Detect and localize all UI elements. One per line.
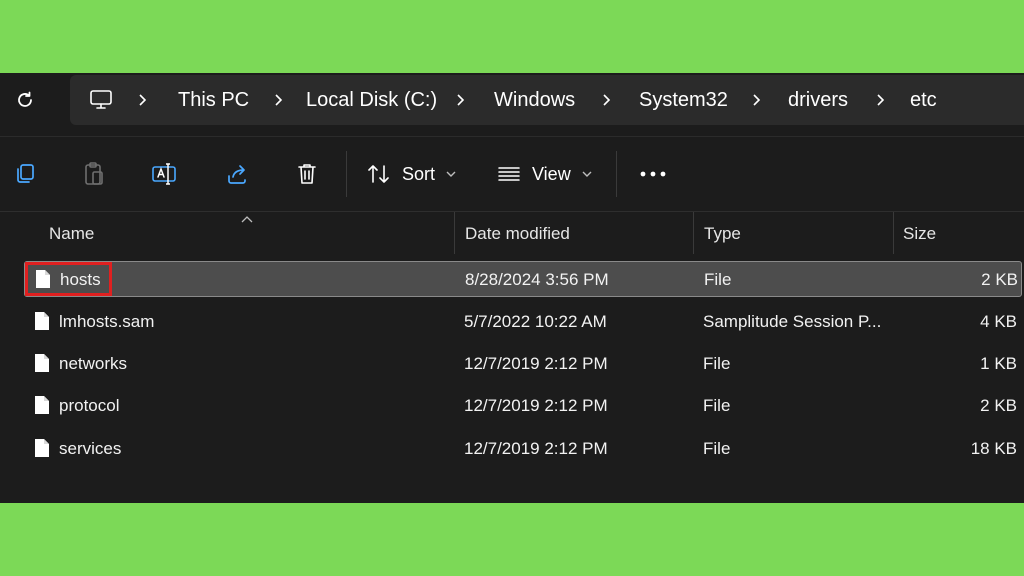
command-bar: Sort View (0, 137, 1024, 211)
trash-icon (298, 164, 316, 184)
refresh-icon (18, 91, 32, 107)
share-button[interactable] (218, 155, 256, 193)
copy-button[interactable] (6, 155, 44, 193)
chevron-right-icon[interactable] (600, 75, 612, 125)
file-name: hosts (60, 270, 101, 289)
file-row-services[interactable]: services 12/7/2019 2:12 PM File 18 KB (24, 431, 1022, 467)
file-icon (35, 312, 49, 330)
file-size: 2 KB (981, 270, 1018, 289)
file-name: protocol (59, 396, 120, 415)
chevron-right-icon[interactable] (272, 75, 284, 125)
toolbar-divider (616, 151, 617, 197)
sort-button[interactable]: Sort (366, 155, 466, 193)
file-name: networks (59, 354, 128, 373)
rename-button[interactable] (146, 155, 184, 193)
column-header-date-modified[interactable]: Date modified (465, 212, 570, 262)
file-name: lmhosts.sam (59, 312, 155, 331)
column-header-type[interactable]: Type (704, 212, 741, 262)
rename-icon (152, 163, 176, 185)
more-options-button[interactable] (632, 155, 674, 193)
file-size: 18 KB (970, 439, 1017, 458)
file-size: 2 KB (980, 396, 1017, 415)
file-type: File (703, 354, 731, 373)
toolbar-divider (346, 151, 347, 197)
file-type: Samplitude Session P... (703, 312, 882, 331)
breadcrumb-windows[interactable]: Windows (494, 75, 575, 125)
file-date-modified: 12/7/2019 2:12 PM (464, 439, 608, 458)
file-type: File (703, 439, 731, 458)
sort-icon (368, 165, 389, 183)
file-row-lmhosts[interactable]: lmhosts.sam 5/7/2022 10:22 AM Samplitude… (24, 304, 1022, 340)
file-date-modified: 12/7/2019 2:12 PM (464, 354, 608, 373)
view-button[interactable]: View (496, 155, 606, 193)
file-size: 1 KB (980, 354, 1017, 373)
chevron-right-icon[interactable] (750, 75, 762, 125)
file-row-networks[interactable]: networks 12/7/2019 2:12 PM File 1 KB (24, 346, 1022, 382)
sort-ascending-icon (240, 212, 254, 230)
more-icon (640, 171, 666, 177)
paste-button[interactable] (75, 155, 113, 193)
chevron-right-icon[interactable] (454, 75, 466, 125)
breadcrumb-system32[interactable]: System32 (639, 75, 728, 125)
file-size: 4 KB (980, 312, 1017, 331)
share-icon (228, 165, 246, 184)
column-header-size[interactable]: Size (903, 212, 936, 262)
sort-label: Sort (402, 163, 436, 184)
column-divider[interactable] (893, 212, 894, 254)
breadcrumb-drivers[interactable]: drivers (788, 75, 848, 125)
file-date-modified: 5/7/2022 10:22 AM (464, 312, 607, 331)
file-explorer-window: This PC Local Disk (C:) Windows System32… (0, 73, 1024, 503)
paste-icon (85, 162, 103, 185)
list-view-icon (498, 167, 520, 181)
file-type: File (703, 396, 731, 415)
delete-button[interactable] (288, 155, 326, 193)
breadcrumb-etc[interactable]: etc (910, 75, 937, 125)
chevron-right-icon[interactable] (136, 75, 148, 125)
chevron-down-icon (582, 171, 592, 177)
column-divider[interactable] (693, 212, 694, 254)
file-icon (35, 354, 49, 372)
file-row-hosts[interactable]: hosts 8/28/2024 3:56 PM File 2 KB (24, 261, 1022, 297)
address-bar-area: This PC Local Disk (C:) Windows System32… (0, 73, 1024, 137)
breadcrumb-local-disk[interactable]: Local Disk (C:) (306, 75, 437, 125)
file-date-modified: 8/28/2024 3:56 PM (465, 270, 609, 289)
file-row-protocol[interactable]: protocol 12/7/2019 2:12 PM File 2 KB (24, 388, 1022, 424)
file-icon (35, 396, 49, 414)
view-label: View (532, 163, 571, 184)
file-icon (35, 439, 49, 457)
breadcrumb-this-pc[interactable]: This PC (178, 75, 249, 125)
file-type: File (704, 270, 732, 289)
column-header-name[interactable]: Name (49, 212, 94, 262)
chevron-down-icon (446, 171, 456, 177)
file-icon (36, 270, 50, 288)
this-pc-icon[interactable] (88, 87, 114, 118)
column-header-row: Name Date modified Type Size (0, 211, 1024, 261)
chevron-right-icon[interactable] (874, 75, 886, 125)
file-name: services (59, 439, 122, 458)
breadcrumb[interactable]: This PC Local Disk (C:) Windows System32… (70, 75, 1024, 125)
file-date-modified: 12/7/2019 2:12 PM (464, 396, 608, 415)
copy-icon (17, 164, 34, 183)
column-divider[interactable] (454, 212, 455, 254)
refresh-button[interactable] (10, 85, 40, 115)
